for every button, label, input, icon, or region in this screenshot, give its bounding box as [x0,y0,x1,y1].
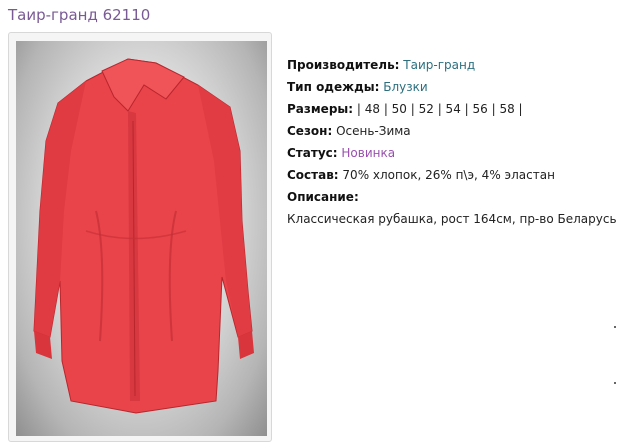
season-value: Осень-Зима [332,124,411,138]
composition-label: Состав: [287,168,339,182]
sizes-row: Размеры: | 48 | 50 | 52 | 54 | 56 | 58 | [287,98,617,120]
description-row: Описание: [287,186,617,208]
product-title: Таир-гранд 62110 [8,6,151,24]
description-text: Классическая рубашка, рост 164см, пр-во … [287,212,617,226]
sizes-label: Размеры: [287,102,354,116]
status-link[interactable]: Новинка [341,146,395,160]
composition-value: 70% хлопок, 26% п\э, 4% эластан [338,168,555,182]
decorative-dot [614,326,616,328]
sizes-value: | 48 | 50 | 52 | 54 | 56 | 58 | [353,102,523,116]
clothing-type-link[interactable]: Блузки [383,80,427,94]
season-row: Сезон: Осень-Зима [287,120,617,142]
manufacturer-link[interactable]: Таир-гранд [403,58,475,72]
status-label: Статус: [287,146,338,160]
manufacturer-row: Производитель: Таир-гранд [287,54,617,76]
product-details: Производитель: Таир-гранд Тип одежды: Бл… [287,54,617,230]
status-row: Статус: Новинка [287,142,617,164]
composition-row: Состав: 70% хлопок, 26% п\э, 4% эластан [287,164,617,186]
shirt-image [33,58,254,414]
clothing-type-label: Тип одежды: [287,80,380,94]
season-label: Сезон: [287,124,333,138]
clothing-type-row: Тип одежды: Блузки [287,76,617,98]
manufacturer-label: Производитель: [287,58,400,72]
description-label: Описание: [287,190,359,204]
product-photo-frame [8,32,272,442]
product-photo[interactable] [16,41,267,436]
decorative-dot [614,382,616,384]
